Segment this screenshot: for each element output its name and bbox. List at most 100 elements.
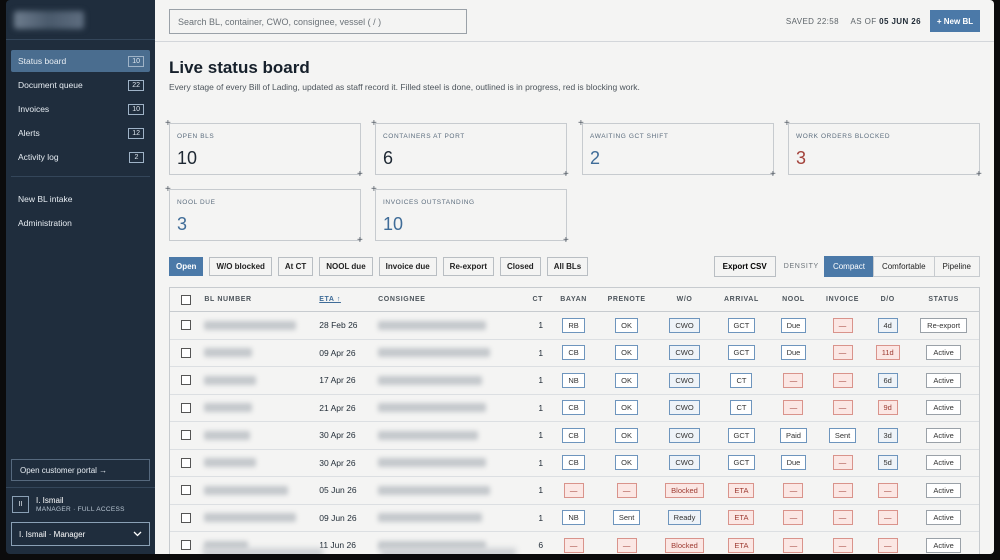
do-status-pill[interactable]: 4d	[877, 317, 898, 333]
bayan-status-pill[interactable]: CB	[562, 455, 585, 471]
sidebar-link-new-bl-intake[interactable]: New BL intake	[11, 187, 150, 211]
invoice-status-pill[interactable]: —	[832, 372, 853, 388]
col-wo[interactable]: W/O	[655, 296, 714, 303]
bayan-status-pill[interactable]: —	[563, 482, 584, 498]
table-row[interactable]: 28 Feb 26 1 RB OK CWO GCT Due — 4d Re-export	[170, 312, 979, 340]
nool-status-pill[interactable]: —	[783, 372, 804, 388]
sidebar-item-status-board[interactable]: Status board 10	[11, 50, 150, 72]
status-badge[interactable]: Active	[926, 510, 961, 526]
sidebar-item-activity-log[interactable]: Activity log 2	[11, 146, 150, 168]
stat-card-work-orders-blocked[interactable]: WORK ORDERS BLOCKED 3	[788, 123, 980, 175]
stat-card-nool-due[interactable]: NOOL DUE 3	[169, 189, 361, 241]
bl-number-cell[interactable]	[201, 375, 319, 385]
nool-status-pill[interactable]: Due	[780, 317, 807, 333]
status-badge[interactable]: Active	[926, 537, 961, 553]
invoice-status-pill[interactable]: —	[832, 400, 853, 416]
sidebar-item-document-queue[interactable]: Document queue 22	[11, 74, 150, 96]
bayan-status-pill[interactable]: CB	[562, 400, 585, 416]
stat-card-containers-at-port[interactable]: CONTAINERS AT PORT 6	[375, 123, 567, 175]
row-checkbox[interactable]	[180, 485, 191, 496]
filter-open[interactable]: Open	[169, 257, 204, 276]
export-csv-button[interactable]: Export CSV	[713, 256, 776, 277]
bl-number-cell[interactable]	[201, 513, 319, 523]
bl-number-cell[interactable]	[201, 320, 319, 330]
table-row[interactable]: 09 Apr 26 1 CB OK CWO GCT Due — 11d Active	[170, 340, 979, 367]
density-comfortable[interactable]: Comfortable	[872, 256, 935, 277]
prenote-status-pill[interactable]: OK	[615, 400, 639, 416]
do-status-pill[interactable]: —	[877, 510, 898, 526]
col-invoice[interactable]: INVOICE	[818, 296, 867, 303]
row-checkbox[interactable]	[180, 457, 191, 468]
table-row[interactable]: 21 Apr 26 1 CB OK CWO CT — — 9d Active	[170, 395, 979, 422]
arrival-status-pill[interactable]: GCT	[727, 427, 756, 443]
wo-status-pill[interactable]: CWO	[669, 427, 700, 443]
invoice-status-pill[interactable]: —	[832, 455, 853, 471]
filter-all-bls[interactable]: All BLs	[546, 257, 589, 276]
filter-re-export[interactable]: Re-export	[442, 257, 495, 276]
status-badge[interactable]: Active	[926, 427, 961, 443]
sidebar-link-administration[interactable]: Administration	[11, 211, 150, 235]
invoice-status-pill[interactable]: —	[832, 510, 853, 526]
do-status-pill[interactable]: —	[877, 482, 898, 498]
arrival-status-pill[interactable]: CT	[730, 400, 753, 416]
arrival-status-pill[interactable]: GCT	[727, 455, 756, 471]
col-ct[interactable]: CT	[510, 296, 549, 303]
col-eta-sorted[interactable]: ETA ↑	[319, 296, 378, 303]
invoice-status-pill[interactable]: —	[832, 317, 853, 333]
prenote-status-pill[interactable]: Sent	[612, 510, 641, 526]
wo-status-pill[interactable]: Blocked	[665, 482, 704, 498]
invoice-status-pill[interactable]: —	[832, 537, 853, 553]
nool-status-pill[interactable]: Due	[780, 455, 807, 471]
do-status-pill[interactable]: 9d	[877, 400, 898, 416]
bl-number-cell[interactable]	[201, 403, 319, 413]
row-checkbox[interactable]	[180, 402, 191, 413]
status-badge[interactable]: Re-export	[920, 317, 968, 333]
nool-status-pill[interactable]: —	[783, 537, 804, 553]
col-bayan[interactable]: BAYAN	[549, 296, 598, 303]
table-row[interactable]: 30 Apr 26 1 CB OK CWO GCT Due — 5d Active	[170, 450, 979, 477]
col-bl-number[interactable]: BL NUMBER	[201, 296, 319, 303]
stat-card-awaiting-gct-shift[interactable]: AWAITING GCT SHIFT 2	[582, 123, 774, 175]
wo-status-pill[interactable]: CWO	[669, 345, 700, 361]
status-badge[interactable]: Active	[926, 372, 961, 388]
invoice-status-pill[interactable]: —	[832, 482, 853, 498]
col-prenote[interactable]: PRENOTE	[598, 296, 655, 303]
wo-status-pill[interactable]: Ready	[667, 510, 702, 526]
row-checkbox[interactable]	[180, 347, 191, 358]
do-status-pill[interactable]: 3d	[877, 427, 898, 443]
status-badge[interactable]: Active	[926, 455, 961, 471]
arrival-status-pill[interactable]: ETA	[728, 510, 755, 526]
bl-number-cell[interactable]	[201, 348, 319, 358]
do-status-pill[interactable]: 5d	[877, 455, 898, 471]
select-all-checkbox[interactable]	[180, 294, 191, 305]
search-input[interactable]: Search BL, container, CWO, consignee, ve…	[169, 9, 467, 34]
wo-status-pill[interactable]: CWO	[669, 400, 700, 416]
new-bl-button[interactable]: + New BL	[930, 10, 980, 32]
col-do[interactable]: D/O	[867, 296, 908, 303]
bayan-status-pill[interactable]: —	[563, 537, 584, 553]
arrival-status-pill[interactable]: ETA	[728, 482, 755, 498]
col-consignee[interactable]: CONSIGNEE	[378, 296, 510, 303]
prenote-status-pill[interactable]: —	[616, 482, 637, 498]
do-status-pill[interactable]: 11d	[875, 345, 900, 361]
row-checkbox[interactable]	[180, 540, 191, 551]
prenote-status-pill[interactable]: OK	[615, 317, 639, 333]
wo-status-pill[interactable]: CWO	[669, 455, 700, 471]
status-badge[interactable]: Active	[926, 482, 961, 498]
col-status[interactable]: STATUS	[908, 296, 979, 303]
bl-number-cell[interactable]	[201, 458, 319, 468]
arrival-status-pill[interactable]: CT	[730, 372, 753, 388]
sidebar-item-alerts[interactable]: Alerts 12	[11, 122, 150, 144]
row-checkbox[interactable]	[180, 430, 191, 441]
density-pipeline[interactable]: Pipeline	[933, 256, 980, 277]
wo-status-pill[interactable]: CWO	[669, 372, 700, 388]
density-compact[interactable]: Compact	[823, 256, 874, 277]
nool-status-pill[interactable]: —	[783, 510, 804, 526]
prenote-status-pill[interactable]: OK	[615, 372, 639, 388]
filter-nool-due[interactable]: NOOL due	[319, 257, 373, 276]
bl-number-cell[interactable]	[201, 485, 319, 495]
table-row[interactable]: 05 Jun 26 1 — — Blocked ETA — — — Active	[170, 477, 979, 505]
do-status-pill[interactable]: —	[877, 537, 898, 553]
bayan-status-pill[interactable]: NB	[562, 510, 585, 526]
stat-card-open-bls[interactable]: OPEN BLS 10	[169, 123, 361, 175]
